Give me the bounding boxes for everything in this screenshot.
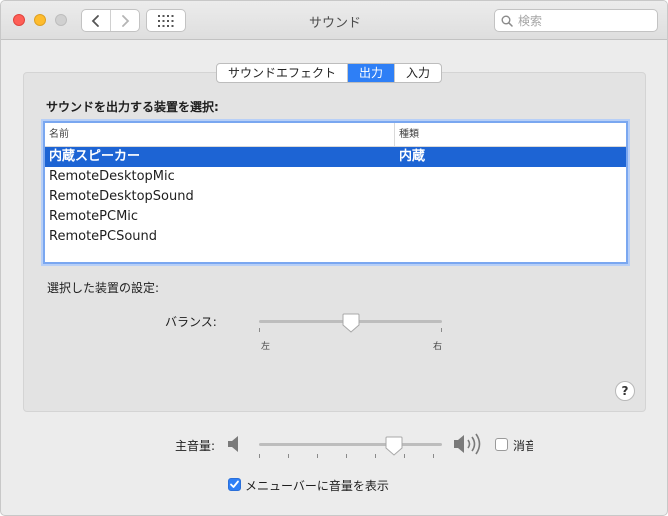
chevron-left-icon <box>91 14 100 27</box>
mute-checkbox[interactable] <box>495 438 508 451</box>
device-type: 内蔵 <box>399 149 426 164</box>
device-type <box>395 167 399 187</box>
mute-label: 消音 <box>513 439 533 453</box>
table-row[interactable]: RemoteDesktopMic <box>45 167 626 187</box>
device-type <box>395 207 399 227</box>
device-name: RemotePCSound <box>49 229 158 244</box>
table-row[interactable]: RemotePCSound <box>45 227 626 247</box>
help-button[interactable]: ? <box>615 381 635 401</box>
minimize-window-button[interactable] <box>34 14 46 26</box>
window-title: サウンド <box>308 16 361 31</box>
volume-tick <box>346 454 347 458</box>
table-header: 名前 種類 <box>45 123 626 147</box>
volume-tick <box>317 454 318 458</box>
show-volume-in-menubar-label: メニューバーに音量を表示 <box>245 479 389 493</box>
speaker-high-icon <box>454 433 481 455</box>
device-name: 内蔵スピーカー <box>49 149 141 164</box>
table-row[interactable]: RemoteDesktopSound <box>45 187 626 207</box>
tab-output[interactable]: 出力 <box>347 64 395 82</box>
volume-tick <box>404 454 405 458</box>
balance-tick <box>259 328 260 332</box>
device-type <box>395 227 399 247</box>
volume-tick <box>259 454 260 458</box>
output-volume-label: 主音量: <box>175 439 216 453</box>
show-all-button[interactable] <box>146 9 186 32</box>
forward-button[interactable] <box>110 10 139 31</box>
device-name: RemoteDesktopMic <box>49 169 175 184</box>
sound-preferences-window: サウンド サウンドエフェクト 出力 入力 サウンドを出力する装置を選択: 名前 … <box>0 0 668 516</box>
output-device-table[interactable]: 名前 種類 内蔵スピーカー 内蔵 RemoteDesktopMic Remote… <box>43 121 628 264</box>
volume-tick <box>375 454 376 458</box>
balance-left-label: 左 <box>261 342 271 352</box>
close-window-button[interactable] <box>13 14 25 26</box>
show-volume-in-menubar-checkbox[interactable] <box>228 478 241 491</box>
column-header-name[interactable]: 名前 <box>45 123 395 146</box>
tab-input[interactable]: 入力 <box>394 64 441 82</box>
tab-bar: サウンドエフェクト 出力 入力 <box>216 63 443 83</box>
volume-tick <box>288 454 289 458</box>
column-header-type[interactable]: 種類 <box>395 123 419 146</box>
grid-icon <box>158 14 174 27</box>
zoom-window-button <box>55 14 67 26</box>
balance-right-label: 右 <box>433 342 443 352</box>
magnifier-icon <box>501 15 513 27</box>
volume-slider-knob[interactable] <box>385 436 403 456</box>
table-row[interactable]: 内蔵スピーカー 内蔵 <box>45 147 626 167</box>
device-name: RemoteDesktopSound <box>49 189 194 204</box>
balance-tick <box>441 328 442 332</box>
balance-slider-knob[interactable] <box>342 313 360 333</box>
tab-sound-effects[interactable]: サウンドエフェクト <box>217 64 347 82</box>
toolbar: サウンド <box>1 1 667 40</box>
checkmark-icon <box>230 480 239 488</box>
device-name: RemotePCMic <box>49 209 139 224</box>
table-row[interactable]: RemotePCMic <box>45 207 626 227</box>
device-settings-label: 選択した装置の設定: <box>47 281 160 295</box>
device-select-label: サウンドを出力する装置を選択: <box>46 100 219 114</box>
search-field[interactable] <box>494 9 658 32</box>
chevron-right-icon <box>122 14 130 27</box>
volume-track[interactable] <box>259 443 442 446</box>
navigation-buttons <box>81 9 140 32</box>
back-button[interactable] <box>82 10 110 31</box>
volume-tick <box>433 454 434 458</box>
device-type <box>395 187 399 207</box>
search-input[interactable] <box>518 13 648 28</box>
speaker-low-icon <box>228 436 238 452</box>
balance-label: バランス: <box>165 315 217 329</box>
